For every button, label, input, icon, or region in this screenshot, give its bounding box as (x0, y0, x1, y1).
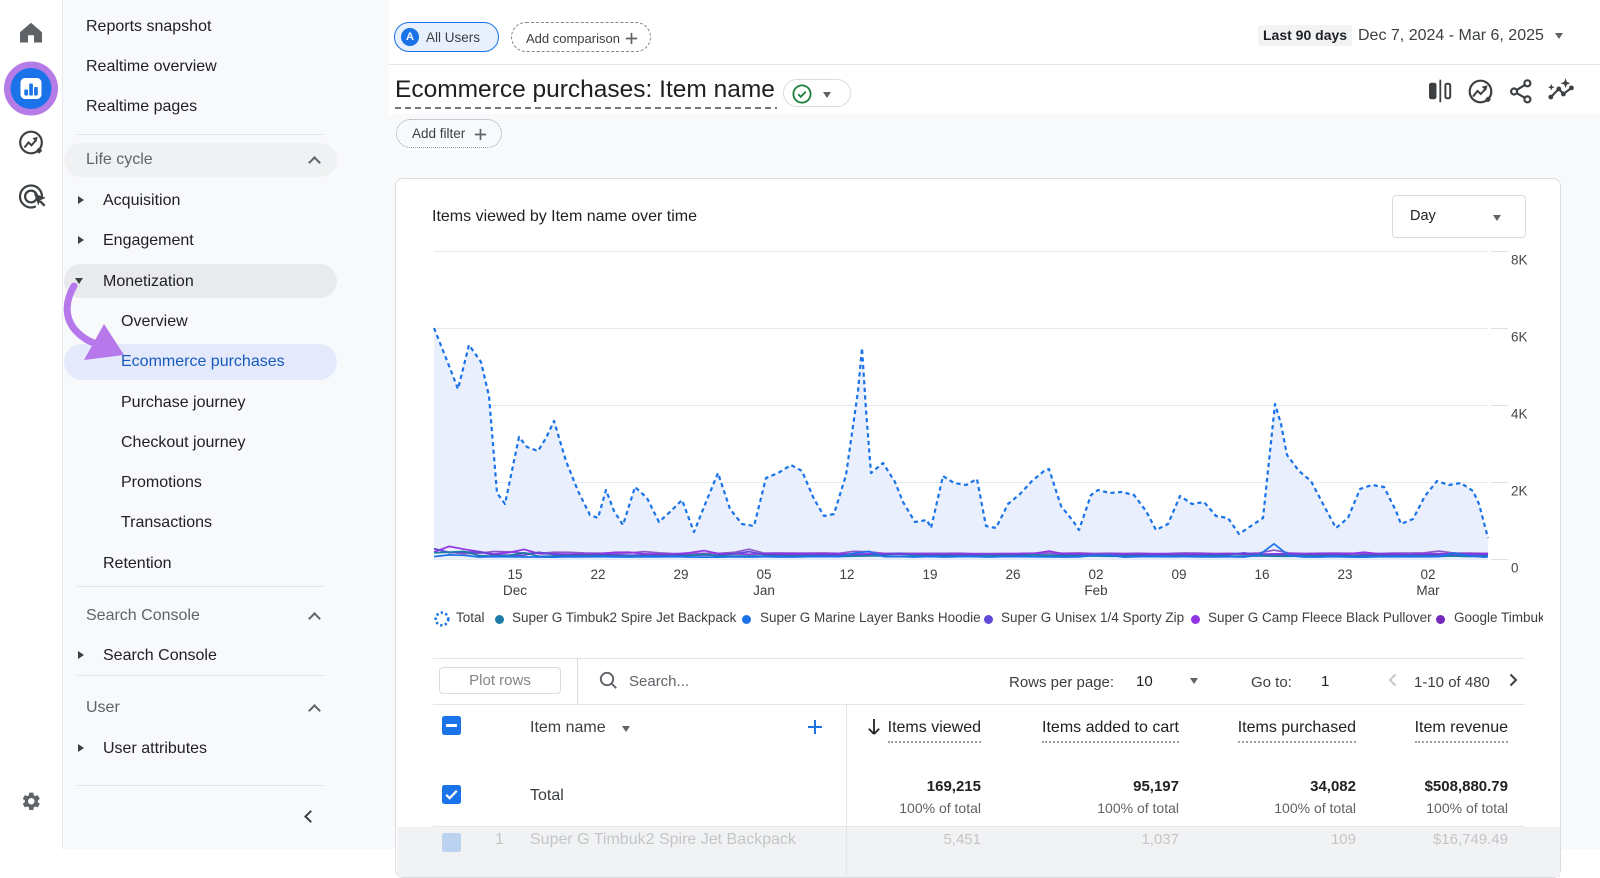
svg-text:26: 26 (1005, 567, 1020, 582)
svg-text:Feb: Feb (1084, 583, 1107, 598)
svg-text:6K: 6K (1511, 330, 1528, 345)
svg-text:09: 09 (1171, 567, 1186, 582)
svg-text:22: 22 (590, 567, 605, 582)
svg-text:15: 15 (507, 567, 522, 582)
svg-text:19: 19 (922, 567, 937, 582)
svg-text:23: 23 (1337, 567, 1352, 582)
svg-text:Jan: Jan (753, 583, 775, 598)
svg-text:0: 0 (1511, 561, 1519, 576)
svg-text:02: 02 (1420, 567, 1435, 582)
svg-text:05: 05 (756, 567, 771, 582)
svg-text:12: 12 (839, 567, 854, 582)
svg-text:16: 16 (1254, 567, 1269, 582)
svg-text:2K: 2K (1511, 484, 1528, 499)
svg-text:Mar: Mar (1416, 583, 1440, 598)
svg-text:29: 29 (673, 567, 688, 582)
svg-text:4K: 4K (1511, 407, 1528, 422)
svg-text:02: 02 (1088, 567, 1103, 582)
svg-text:Dec: Dec (503, 583, 527, 598)
svg-text:8K: 8K (1511, 253, 1528, 268)
